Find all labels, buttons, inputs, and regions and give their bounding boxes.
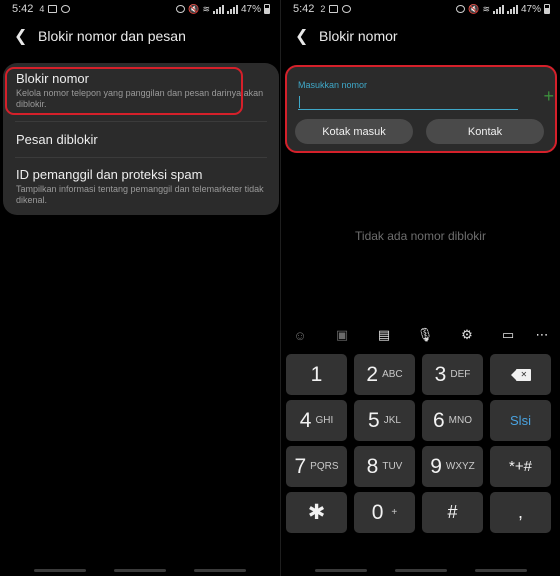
mute-icon: 🔇 (188, 3, 200, 14)
key-digit: 4 (299, 408, 312, 432)
key-8[interactable]: 8 TUV (354, 446, 415, 487)
key-digit: 1 (310, 362, 323, 386)
back-arrow-icon[interactable]: ❮ (295, 26, 319, 46)
wifi-icon: ≋ (482, 3, 490, 14)
key-5[interactable]: 5 JKL (354, 400, 415, 441)
star-symbol: ✱ (307, 501, 326, 524)
key-digit: 6 (432, 408, 445, 432)
key-letters: JKL (383, 415, 401, 426)
key-digit: 2 (366, 362, 379, 386)
key-digit: 3 (434, 362, 447, 386)
key-3[interactable]: 3 DEF (422, 354, 483, 395)
key-letters: WXYZ (445, 461, 475, 472)
key-6[interactable]: 6 MNO (422, 400, 483, 441)
app-bar: ❮ Blokir nomor dan pesan (0, 22, 280, 50)
key-letters: PQRS (310, 461, 339, 472)
key-digit: 9 (430, 454, 442, 478)
wifi-icon: ≋ (202, 3, 210, 14)
symbols-key[interactable]: *+# (490, 446, 551, 487)
microphone-icon[interactable]: 🎙 (414, 325, 436, 345)
key-2[interactable]: 2 ABC (354, 354, 415, 395)
divider (15, 157, 267, 158)
key-digit: 5 (368, 408, 380, 432)
key-hash[interactable]: # (422, 492, 483, 533)
notification-count: 4 (39, 4, 45, 14)
key-7[interactable]: 7 PQRS (286, 446, 347, 487)
highlight-box (285, 65, 557, 153)
key-letters: GHI (315, 415, 334, 426)
alarm-icon (456, 5, 466, 13)
blocked-messages-label: Pesan diblokir (16, 132, 98, 147)
caller-id-spam-item[interactable]: ID pemanggil dan proteksi spam Tampilkan… (3, 167, 279, 206)
status-bar: 5:42 4 🔇 ≋ 47% (0, 0, 280, 18)
gallery-icon (329, 5, 339, 13)
highlight-box (5, 67, 243, 115)
blocked-messages-item[interactable]: Pesan diblokir (3, 132, 279, 147)
key-comma[interactable]: , (490, 492, 551, 533)
notification-count: 2 (320, 4, 326, 14)
nav-bar-segment (34, 569, 86, 572)
blocking-settings-screen: 5:42 4 🔇 ≋ 47% ❮ Blokir nomor dan pesan … (0, 0, 280, 576)
signal-icon (492, 4, 504, 14)
emoji-icon[interactable]: ☺ (289, 325, 311, 345)
battery-icon (264, 4, 270, 14)
battery-percent: 47% (520, 3, 541, 15)
divider (15, 121, 267, 122)
app-bar: ❮ Blokir nomor (281, 22, 560, 50)
gear-icon[interactable]: ⚙ (456, 325, 478, 345)
messenger-icon (342, 5, 352, 13)
key-digit: 8 (366, 454, 379, 478)
key-1[interactable]: 1 (286, 354, 347, 395)
key-letters: TUV (382, 461, 403, 472)
block-numbers-screen: 5:42 2 🔇 ≋ 47% ❮ Blokir nomor Masukkan n… (281, 0, 560, 576)
backspace-icon: ✕ (510, 368, 531, 381)
more-icon[interactable]: ⋯ (531, 325, 553, 345)
key-digit: 0 (371, 500, 384, 524)
key-letters: ABC (382, 369, 403, 380)
page-title: Blokir nomor (319, 28, 398, 44)
key-star[interactable]: ✱ (286, 492, 347, 533)
battery-percent: 47% (240, 3, 261, 15)
key-0[interactable]: 0 + (354, 492, 415, 533)
hash-symbol: # (447, 502, 458, 522)
key-digit: 7 (294, 454, 307, 478)
caller-id-spam-description: Tampilkan informasi tentang pemanggil da… (16, 184, 264, 205)
alarm-icon (176, 5, 186, 13)
clipboard-icon[interactable]: ▤ (373, 325, 395, 345)
page-title: Blokir nomor dan pesan (38, 28, 186, 44)
next-key-label: Slsi (510, 413, 531, 428)
keyboard-mode-icon[interactable]: ▭ (497, 325, 519, 345)
nav-bar-segment (194, 569, 246, 572)
sticker-icon[interactable]: ▣ (331, 325, 353, 345)
key-9[interactable]: 9 WXYZ (422, 446, 483, 487)
nav-bar-segment (315, 569, 367, 572)
gallery-icon (48, 5, 58, 13)
messenger-icon (61, 5, 71, 13)
caller-id-spam-label: ID pemanggil dan proteksi spam (16, 167, 203, 182)
nav-bar-segment (475, 569, 527, 572)
status-time: 5:42 (12, 3, 34, 15)
status-bar: 5:42 2 🔇 ≋ 47% (281, 0, 560, 18)
back-arrow-icon[interactable]: ❮ (14, 26, 38, 46)
comma-symbol: , (517, 502, 523, 522)
battery-icon (544, 4, 550, 14)
signal-icon-2 (226, 4, 238, 14)
status-time: 5:42 (293, 3, 315, 15)
nav-bar-segment (395, 569, 447, 572)
symbols-key-label: *+# (509, 458, 532, 475)
next-key[interactable]: Slsi (490, 400, 551, 441)
nav-bar-segment (114, 569, 166, 572)
key-letters: DEF (450, 369, 471, 380)
signal-icon (212, 4, 224, 14)
signal-icon-2 (506, 4, 518, 14)
keyboard-toolbar: ☺ ▣ ▤ 🎙 ⚙ ▭ ⋯ (281, 325, 560, 345)
mute-icon: 🔇 (468, 3, 480, 14)
key-letters: + (391, 507, 398, 518)
backspace-key[interactable]: ✕ (490, 354, 551, 395)
key-letters: MNO (448, 415, 473, 426)
empty-state-text: Tidak ada nomor diblokir (355, 229, 486, 243)
key-4[interactable]: 4 GHI (286, 400, 347, 441)
